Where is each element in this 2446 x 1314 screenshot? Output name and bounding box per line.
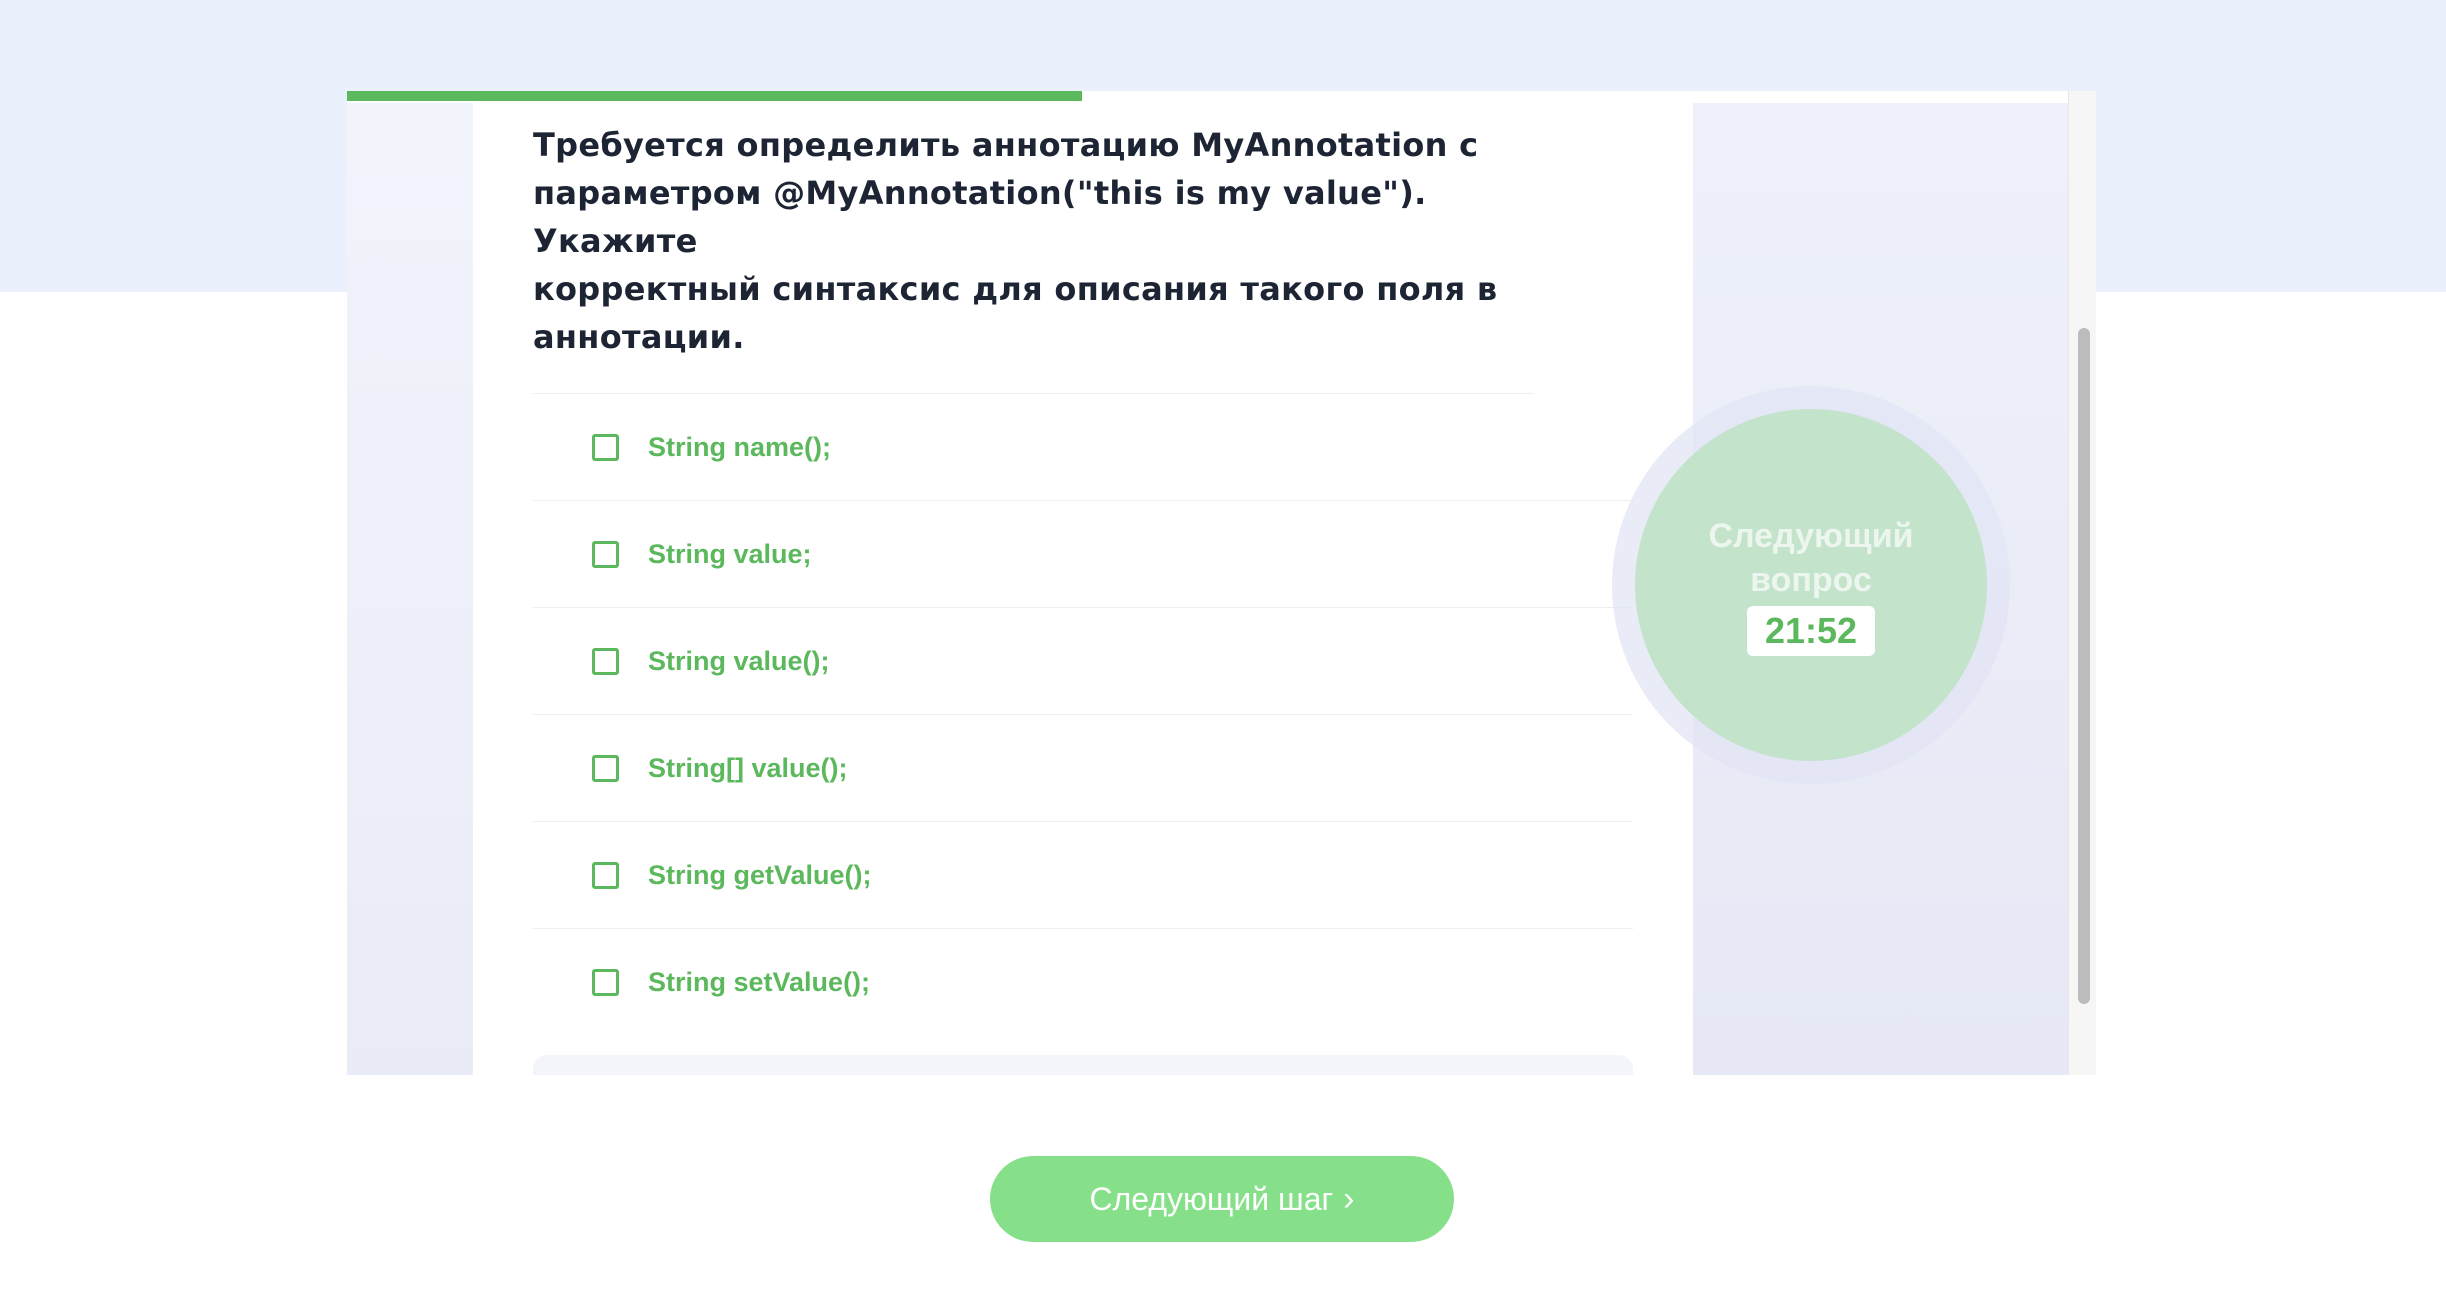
question-content: Требуется определить аннотацию MyAnnotat… bbox=[533, 121, 1633, 1075]
answer-label: String getValue(); bbox=[648, 859, 872, 890]
answer-label: String value(); bbox=[648, 645, 830, 676]
next-question-label: Следующий вопрос bbox=[1708, 517, 1914, 599]
answer-checkbox[interactable] bbox=[592, 433, 619, 461]
answer-label: String setValue(); bbox=[648, 966, 871, 997]
answer-list: String name(); String value; String valu… bbox=[533, 394, 1633, 1035]
left-gutter bbox=[347, 103, 473, 1075]
scrollbar[interactable] bbox=[2068, 91, 2096, 1075]
answer-label: String[] value(); bbox=[648, 752, 848, 783]
comment-input[interactable] bbox=[533, 1055, 1633, 1075]
question-line: параметром @MyAnnotation("this is my val… bbox=[533, 174, 1427, 260]
answer-checkbox[interactable] bbox=[592, 861, 619, 889]
countdown-timer: 21:52 bbox=[1746, 606, 1876, 656]
answer-option[interactable]: String name(); bbox=[533, 394, 1633, 501]
question-line: корректный синтаксис для описания такого… bbox=[533, 270, 1498, 308]
scrollbar-thumb[interactable] bbox=[2078, 328, 2090, 1004]
next-question-button[interactable]: Следующий вопрос 21:52 bbox=[1612, 386, 2010, 784]
answer-option[interactable]: String setValue(); bbox=[533, 929, 1633, 1035]
question-line: аннотации. bbox=[533, 318, 745, 356]
answer-option[interactable]: String[] value(); bbox=[533, 715, 1633, 822]
answer-option[interactable]: String value(); bbox=[533, 608, 1633, 715]
next-step-button[interactable]: Следующий шаг › bbox=[990, 1156, 1454, 1242]
answer-option[interactable]: String getValue(); bbox=[533, 822, 1633, 929]
chevron-right-icon: › bbox=[1343, 1180, 1355, 1218]
answer-checkbox[interactable] bbox=[592, 754, 619, 782]
next-step-label: Следующий шаг bbox=[1089, 1180, 1334, 1217]
answer-checkbox[interactable] bbox=[592, 647, 619, 675]
progress-bar bbox=[347, 91, 2096, 101]
question-text: Требуется определить аннотацию MyAnnotat… bbox=[533, 121, 1533, 394]
next-question-circle[interactable]: Следующий вопрос 21:52 bbox=[1635, 409, 1987, 761]
answer-label: String value; bbox=[648, 538, 812, 569]
answer-label: String name(); bbox=[648, 431, 832, 462]
question-line: Требуется определить аннотацию MyAnnotat… bbox=[533, 126, 1479, 164]
answer-checkbox[interactable] bbox=[592, 540, 619, 568]
answer-checkbox[interactable] bbox=[592, 968, 619, 996]
answer-option[interactable]: String value; bbox=[533, 501, 1633, 608]
progress-fill bbox=[347, 91, 1082, 101]
